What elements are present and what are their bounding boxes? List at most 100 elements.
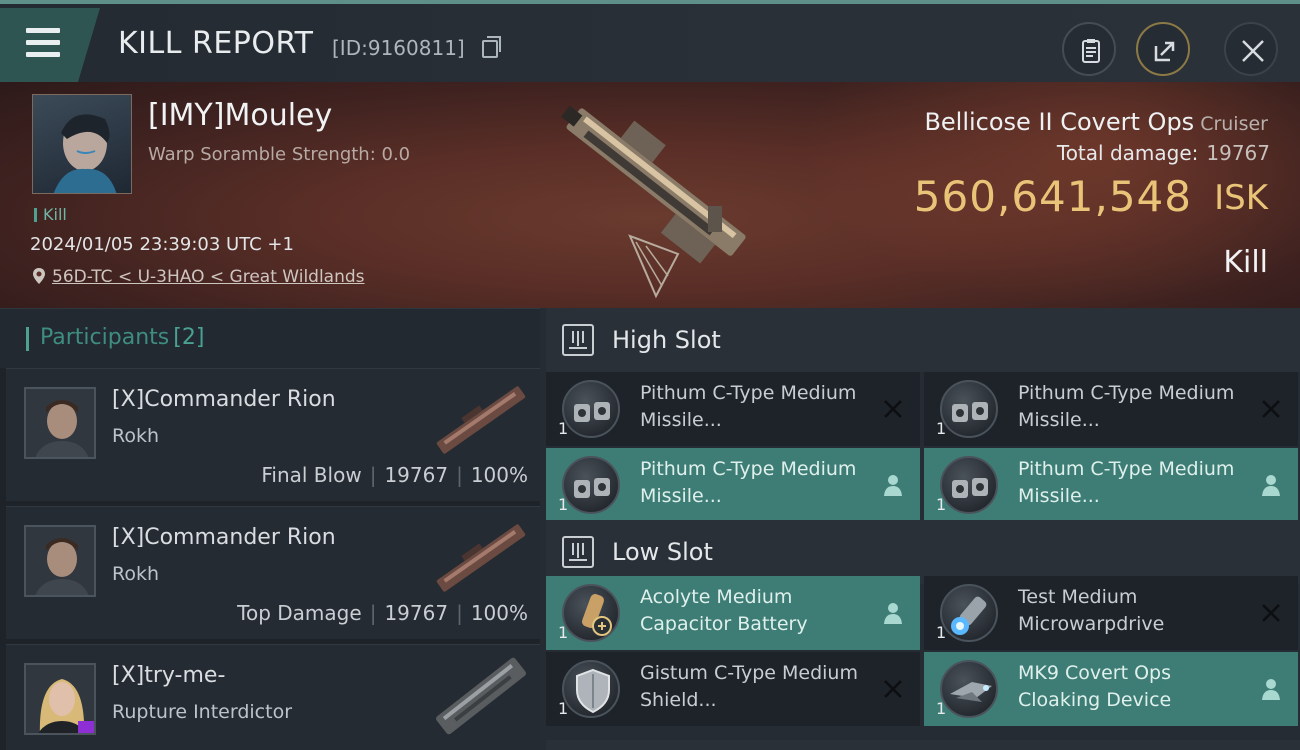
- module-item[interactable]: 1 Test Medium Microwarpdrive: [924, 576, 1298, 650]
- participant-avatar[interactable]: [24, 525, 96, 597]
- participant-percent: 100%: [470, 601, 528, 625]
- high-slot-title: High Slot: [612, 326, 721, 354]
- total-damage-value: 19767: [1206, 141, 1270, 165]
- kill-tag: Kill: [34, 205, 67, 224]
- module-name: Pithum C-Type Medium Missile...: [1018, 382, 1235, 431]
- participants-label: Participants: [40, 325, 170, 350]
- kill-result: Kill: [1223, 245, 1268, 280]
- location-link[interactable]: 56D-TC < U-3HAO < Great Wildlands: [52, 267, 365, 287]
- participant-avatar[interactable]: [24, 663, 96, 735]
- participant-role: Final Blow: [261, 463, 362, 487]
- module-quantity: 1: [558, 699, 569, 718]
- module-quantity: 1: [936, 495, 947, 514]
- module-item[interactable]: 1 Pithum C-Type Medium Missile...: [924, 448, 1298, 522]
- module-item[interactable]: 1 Acolyte Medium Capacitor Battery: [546, 576, 920, 650]
- high-slot-icon: [562, 324, 594, 356]
- missile-launcher-icon: [562, 380, 620, 438]
- participant-ship-image: [436, 386, 526, 454]
- cloaking-device-icon: [940, 660, 998, 718]
- destroyed-x-icon: [884, 680, 902, 698]
- dropped-person-icon: [884, 603, 902, 624]
- stats-separator: |: [456, 601, 463, 625]
- high-slot-header: High Slot: [546, 308, 1300, 372]
- module-quantity: 1: [558, 623, 569, 642]
- shield-module-icon: [562, 660, 620, 718]
- module-item[interactable]: 1 MK9 Covert Ops Cloaking Device: [924, 652, 1298, 726]
- module-name: MK9 Covert Ops Cloaking Device: [1018, 662, 1172, 711]
- header-accent: [26, 327, 29, 351]
- participant-stats: Final Blow | 19767 | 100%: [261, 463, 528, 487]
- participant-damage: 19767: [384, 463, 449, 487]
- participant-row[interactable]: [X]try-me- Rupture Interdictor: [6, 644, 540, 750]
- module-name: Pithum C-Type Medium Missile...: [640, 382, 857, 431]
- participant-ship: Rokh: [112, 563, 160, 585]
- victim-name[interactable]: [IMY]Mouley: [148, 98, 332, 133]
- participants-title: Participants [2]: [40, 325, 204, 350]
- share-button[interactable]: [1136, 22, 1190, 76]
- page-title: KILL REPORT: [118, 26, 314, 61]
- participant-percent: 100%: [470, 463, 528, 487]
- participant-row[interactable]: [X]Commander Rion Rokh Top Damage | 19767 |…: [6, 506, 540, 639]
- destroyed-x-icon: [884, 400, 902, 418]
- close-icon: [1242, 40, 1264, 62]
- low-slot-icon: [562, 536, 594, 568]
- next-slot-header-partial: [546, 740, 1300, 750]
- kill-datetime: 2024/01/05 23:39:03 UTC +1: [30, 234, 294, 255]
- missile-launcher-icon: [940, 380, 998, 438]
- participants-panel: Participants [2] [X]Commander Rion Rokh F…: [0, 308, 540, 750]
- module-item[interactable]: 1 Pithum C-Type Medium Missile...: [924, 372, 1298, 446]
- header-bar: KILL REPORT [ID:9160811]: [0, 0, 1300, 82]
- isk-unit: ISK: [1214, 178, 1268, 218]
- kill-report-window: KILL REPORT [ID:9160811] [IMY]Mouley War…: [0, 0, 1300, 750]
- menu-button[interactable]: [0, 8, 100, 82]
- participant-name: [X]Commander Rion: [112, 387, 336, 412]
- close-button[interactable]: [1224, 22, 1278, 76]
- participant-ship-image: [436, 657, 526, 735]
- stats-separator: |: [456, 463, 463, 487]
- clipboard-icon: [1082, 39, 1100, 63]
- total-damage-label: Total damage:: [1056, 141, 1199, 165]
- module-item[interactable]: 1 Pithum C-Type Medium Missile...: [546, 372, 920, 446]
- module-quantity: 1: [558, 419, 569, 438]
- module-item[interactable]: 1 Gistum C-Type Medium Shield...: [546, 652, 920, 726]
- participant-row[interactable]: [X]Commander Rion Rokh Final Blow | 19767 |…: [6, 368, 540, 501]
- participant-stats: Top Damage | 19767 | 100%: [237, 601, 528, 625]
- participant-name: [X]Commander Rion: [112, 525, 336, 550]
- victim-portrait[interactable]: [32, 94, 132, 194]
- module-name: Pithum C-Type Medium Missile...: [640, 458, 857, 507]
- kill-location[interactable]: 56D-TC < U-3HAO < Great Wildlands: [32, 267, 365, 287]
- dropped-person-icon: [1262, 679, 1280, 700]
- ship-class: Cruiser: [1200, 113, 1268, 135]
- share-export-icon: [1154, 41, 1175, 62]
- module-item[interactable]: 1 Pithum C-Type Medium Missile...: [546, 448, 920, 522]
- participant-avatar[interactable]: [24, 387, 96, 459]
- destroyed-x-icon: [1262, 400, 1280, 418]
- participant-ship-image: [436, 524, 526, 592]
- victim-banner: [IMY]Mouley Warp Soramble Strength: 0.0 …: [0, 82, 1300, 308]
- total-damage: Total damage: 19767: [1057, 141, 1270, 165]
- module-quantity: 1: [936, 419, 947, 438]
- module-name: Acolyte Medium Capacitor Battery: [640, 586, 808, 635]
- isk-value: 560,641,548: [913, 172, 1192, 221]
- report-id: [ID:9160811]: [332, 36, 465, 60]
- missile-launcher-icon: [940, 456, 998, 514]
- low-slot-header: Low Slot: [546, 520, 1300, 584]
- low-slot-title: Low Slot: [612, 538, 713, 566]
- module-name: Pithum C-Type Medium Missile...: [1018, 458, 1235, 507]
- microwarpdrive-icon: [940, 584, 998, 642]
- participants-count: [2]: [173, 325, 205, 350]
- victim-ship-name[interactable]: Bellicose II Covert Ops Cruiser: [924, 108, 1268, 136]
- missile-launcher-icon: [562, 456, 620, 514]
- hamburger-menu-icon: [26, 28, 60, 58]
- module-quantity: 1: [558, 495, 569, 514]
- module-quantity: 1: [936, 699, 947, 718]
- victim-ship-image: [561, 105, 746, 299]
- stats-separator: |: [369, 463, 377, 487]
- stats-separator: |: [369, 601, 377, 625]
- copy-icon[interactable]: [482, 36, 501, 58]
- clipboard-button[interactable]: [1062, 22, 1116, 76]
- participant-ship: Rupture Interdictor: [112, 701, 292, 723]
- participants-header: Participants [2]: [0, 308, 540, 368]
- participant-damage: 19767: [384, 601, 449, 625]
- participant-name: [X]try-me-: [112, 663, 226, 688]
